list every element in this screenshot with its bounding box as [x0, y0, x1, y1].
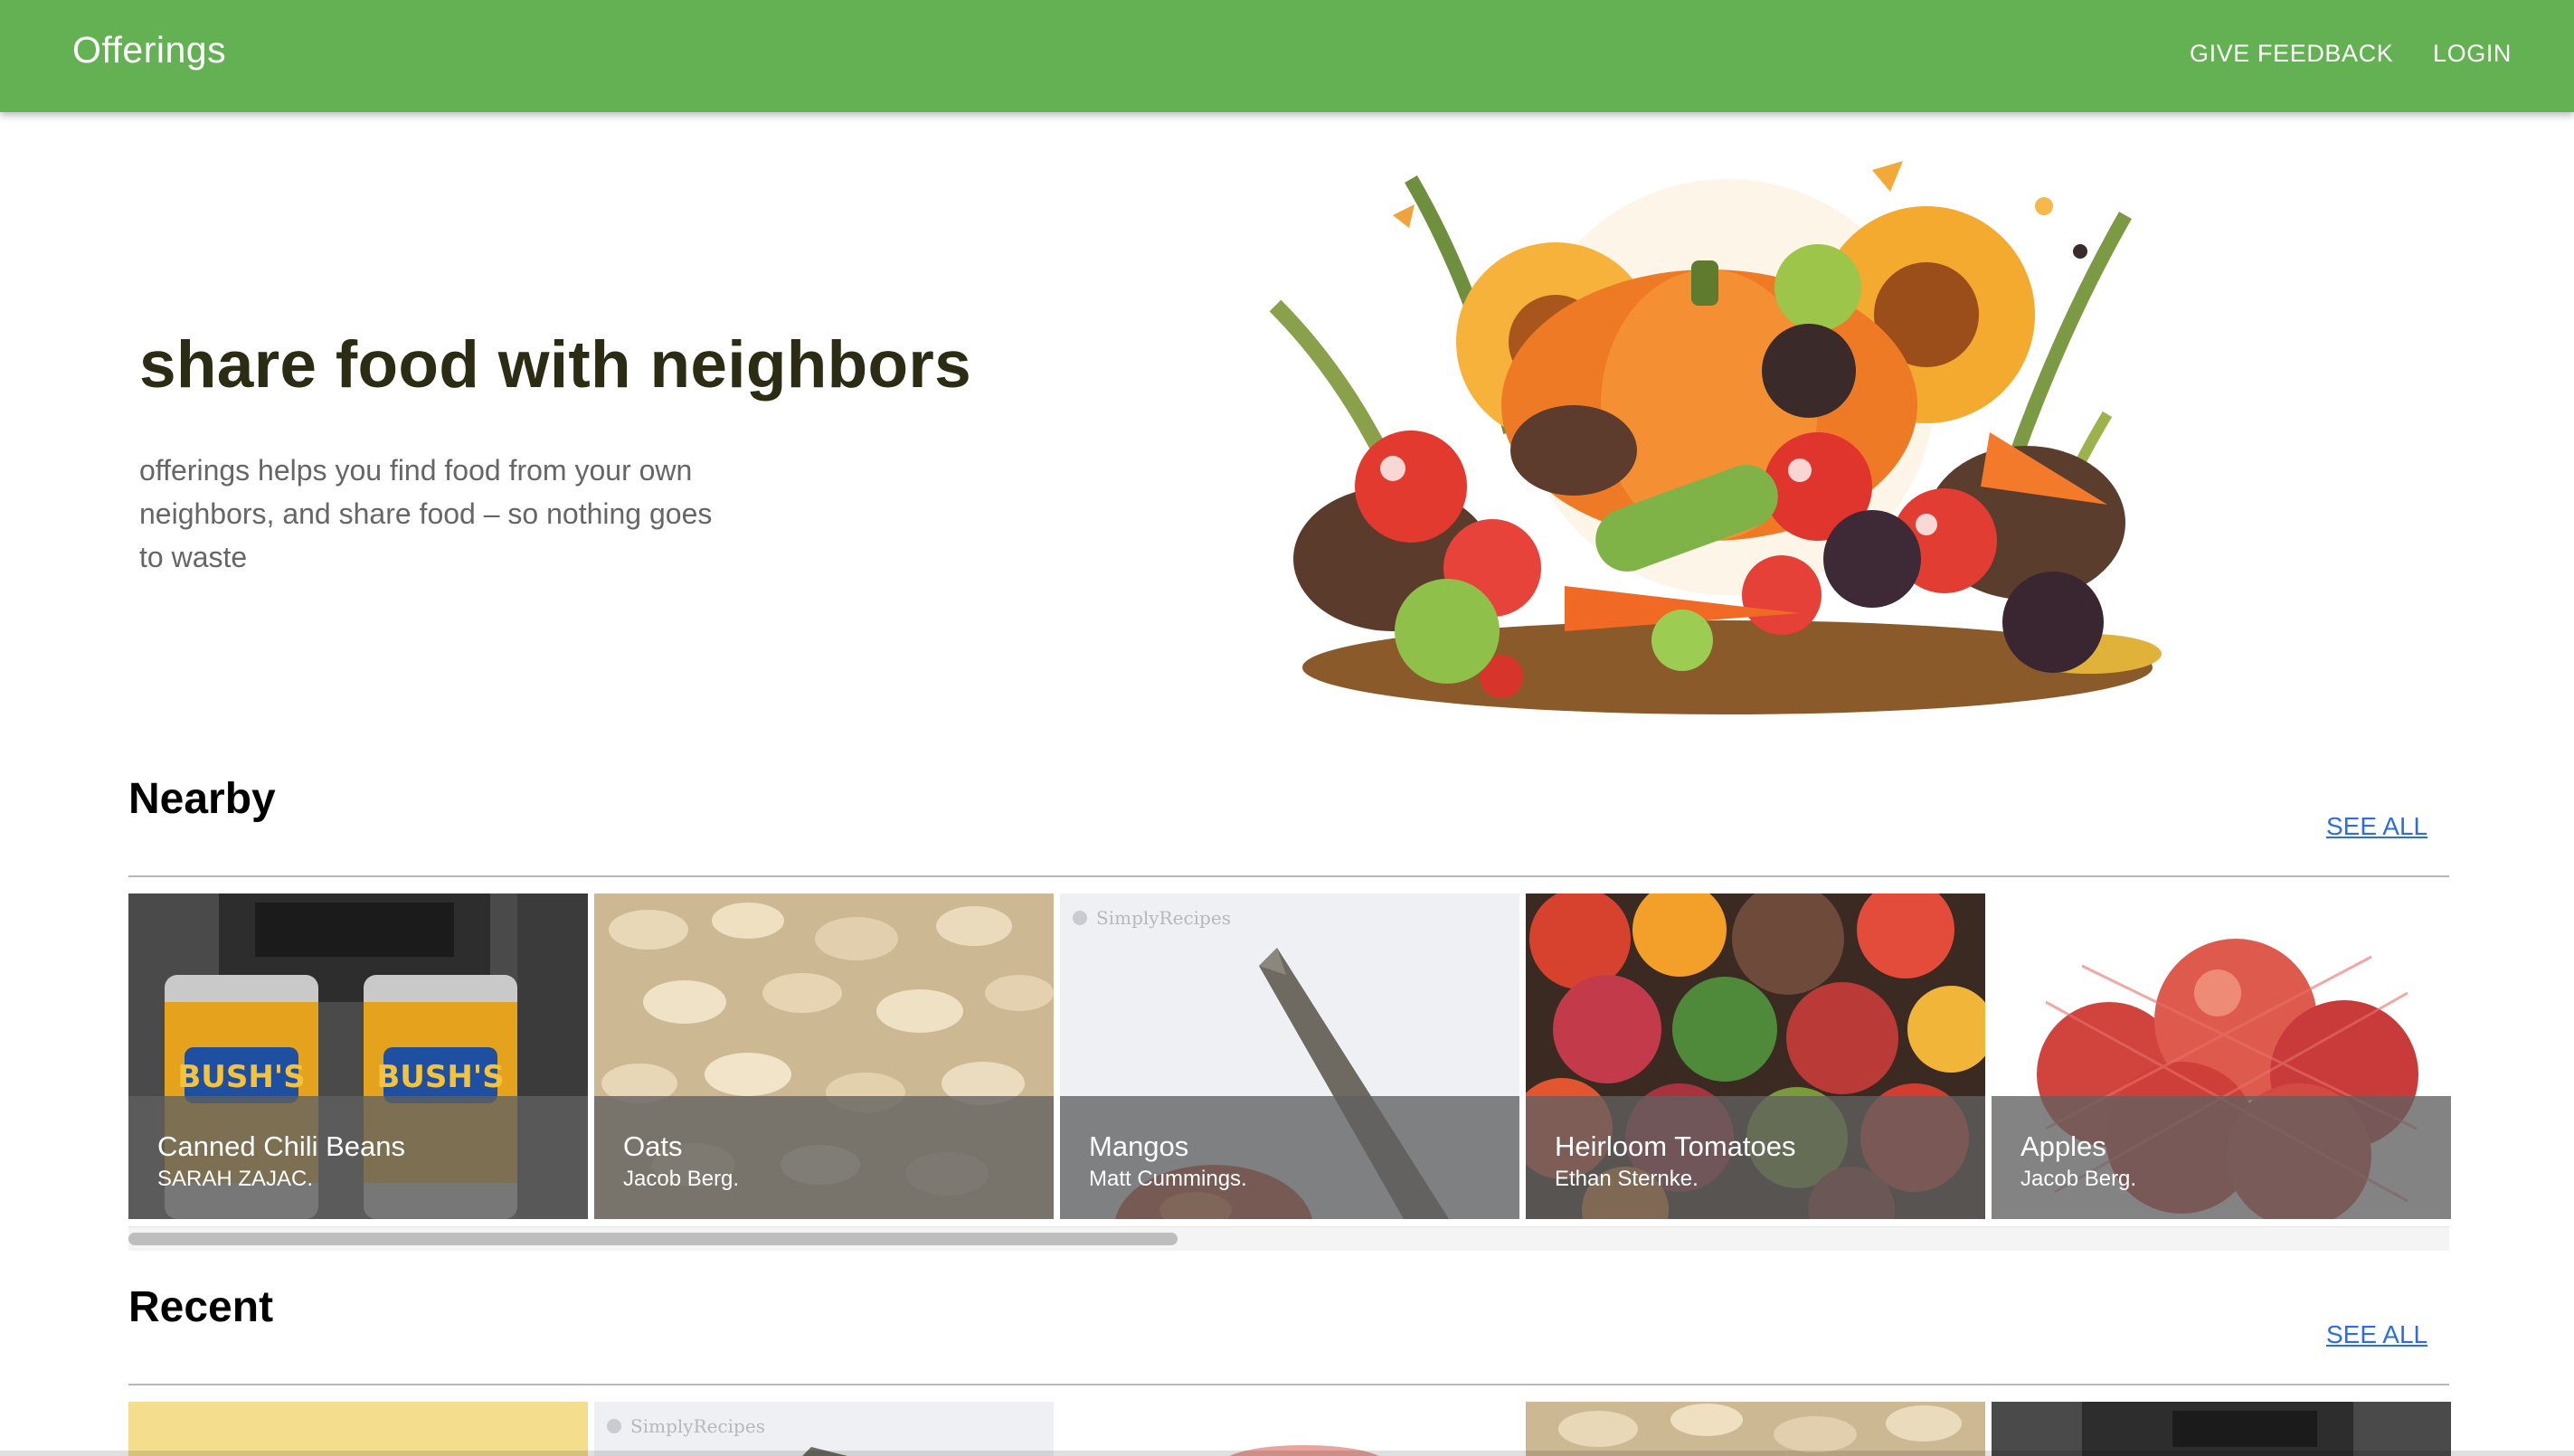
recent-card[interactable]: SimplyRecipes [594, 1402, 1054, 1456]
card-owner: Jacob Berg. [2020, 1167, 2137, 1191]
offering-card[interactable]: BUSH'S BUSH'S Canned Chili Beans SARAH Z… [128, 893, 588, 1219]
login-button[interactable]: LOGIN [2433, 40, 2512, 68]
recent-card[interactable] [1992, 1402, 2451, 1456]
card-title: Mangos [1089, 1130, 1189, 1162]
nearby-divider [128, 875, 2449, 877]
scrollbar-thumb[interactable] [128, 1233, 1178, 1245]
harvest-illustration [1269, 161, 2162, 714]
recent-see-all-link[interactable]: SEE ALL [2326, 1320, 2427, 1349]
svg-text:BUSH'S: BUSH'S [376, 1059, 504, 1095]
watermark-text: SimplyRecipes [630, 1415, 765, 1437]
offering-card[interactable]: Heirloom Tomatoes Ethan Sternke. [1526, 893, 1985, 1219]
recent-divider [128, 1384, 2449, 1385]
card-title: Apples [2020, 1130, 2106, 1162]
card-owner: SARAH ZAJAC. [157, 1167, 314, 1191]
bottom-edge-shadow [0, 1451, 2574, 1456]
app-bar: Offerings GIVE FEEDBACK LOGIN [0, 0, 2574, 112]
recent-card-image [1060, 1402, 1519, 1456]
card-owner: Matt Cummings. [1089, 1167, 1247, 1191]
app-title[interactable]: Offerings [72, 29, 226, 71]
recent-card-image: SimplyRecipes [594, 1402, 1054, 1456]
recent-heading: Recent [128, 1283, 274, 1331]
recent-card[interactable] [1526, 1402, 1985, 1456]
card-title: Oats [623, 1130, 683, 1162]
nearby-scrollbar[interactable] [128, 1226, 2449, 1251]
recent-card-image [1992, 1402, 2451, 1456]
recent-card[interactable] [1060, 1402, 1519, 1456]
card-title: Canned Chili Beans [157, 1130, 406, 1162]
hero-description: offerings helps you find food from your … [139, 454, 713, 573]
recent-card-image [1526, 1402, 1985, 1456]
svg-text:BUSH'S: BUSH'S [177, 1059, 305, 1095]
offering-card[interactable]: Oats Jacob Berg. [594, 893, 1054, 1219]
offering-card[interactable]: Apples Jacob Berg. [1992, 893, 2451, 1219]
watermark-text: SimplyRecipes [1096, 907, 1231, 929]
offering-card[interactable]: SimplyRecipes Mangos Matt Cummings. [1060, 893, 1519, 1219]
recent-card[interactable] [128, 1402, 588, 1456]
card-title: Heirloom Tomatoes [1555, 1130, 1796, 1162]
give-feedback-button[interactable]: GIVE FEEDBACK [2190, 40, 2393, 68]
card-owner: Ethan Sternke. [1555, 1167, 1699, 1191]
hero-title: share food with neighbors [139, 328, 972, 402]
nearby-heading: Nearby [128, 775, 276, 823]
card-owner: Jacob Berg. [623, 1167, 740, 1191]
nearby-see-all-link[interactable]: SEE ALL [2326, 812, 2427, 841]
recent-card-image [128, 1402, 588, 1456]
